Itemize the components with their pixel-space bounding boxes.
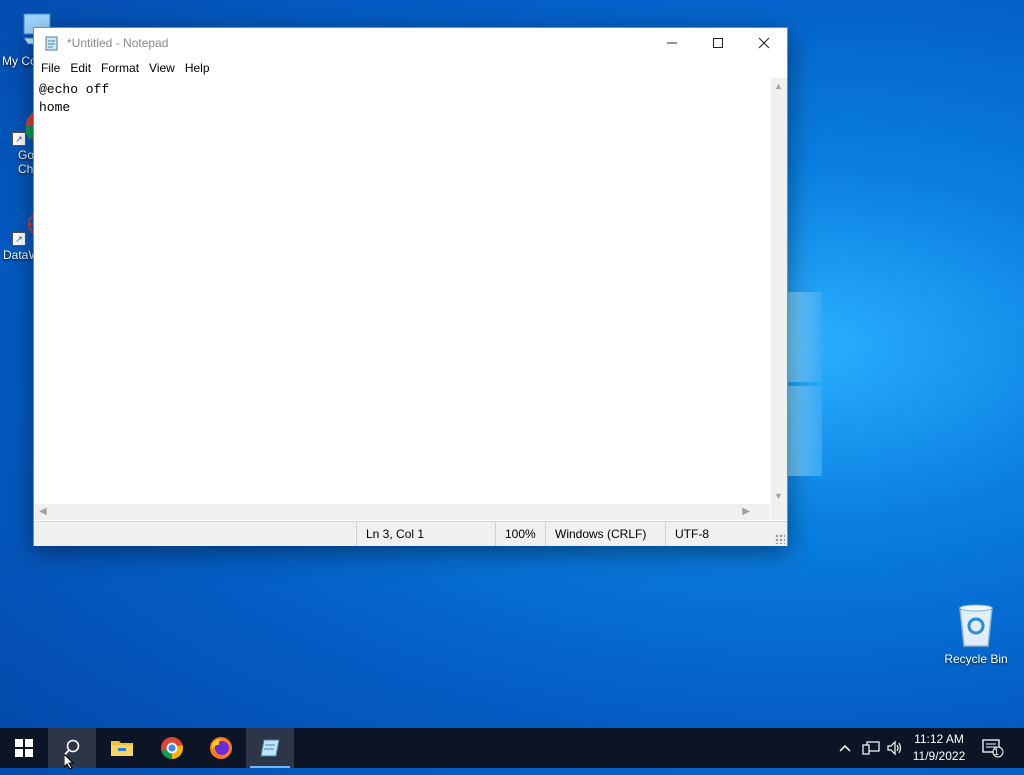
menu-file[interactable]: File xyxy=(36,61,65,75)
close-icon xyxy=(758,37,770,49)
action-center-button[interactable]: 1 xyxy=(982,728,1004,768)
window-title: *Untitled - Notepad xyxy=(67,36,169,50)
vertical-scrollbar[interactable]: ▲ ▼ xyxy=(771,78,787,504)
close-button[interactable] xyxy=(741,28,787,58)
chevron-up-icon xyxy=(839,744,851,752)
minimize-button[interactable] xyxy=(649,28,695,58)
minimize-icon xyxy=(667,42,677,44)
shortcut-arrow-icon: ↗ xyxy=(12,132,26,146)
network-icon xyxy=(862,741,880,755)
scroll-left-arrow-icon[interactable]: ◀ xyxy=(39,506,47,517)
chrome-icon xyxy=(161,737,183,759)
status-bar: Ln 3, Col 1 100% Windows (CRLF) UTF-8 xyxy=(34,521,787,546)
recycle-bin-icon xyxy=(954,600,998,648)
menu-edit[interactable]: Edit xyxy=(65,61,96,75)
menu-help[interactable]: Help xyxy=(180,61,215,75)
taskbar: 11:12 AM 11/9/2022 1 xyxy=(0,728,1024,768)
status-position: Ln 3, Col 1 xyxy=(356,522,494,546)
notepad-app-icon xyxy=(44,35,60,51)
notification-icon xyxy=(982,739,1004,758)
title-bar[interactable]: *Untitled - Notepad xyxy=(34,28,787,58)
clock-date: 11/9/2022 xyxy=(912,749,966,763)
chrome-taskbar-button[interactable] xyxy=(148,728,196,768)
speaker-icon xyxy=(887,740,902,756)
text-editor[interactable]: @echo off home xyxy=(35,78,770,504)
notepad-icon xyxy=(260,739,280,757)
recycle-bin-label: Recycle Bin xyxy=(944,652,1008,666)
clock-time: 11:12 AM xyxy=(914,732,964,746)
firefox-taskbar-button[interactable] xyxy=(197,728,245,768)
scroll-up-arrow-icon[interactable]: ▲ xyxy=(774,81,783,91)
menu-bar: File Edit Format View Help xyxy=(34,58,787,78)
start-button[interactable] xyxy=(0,728,48,768)
status-encoding: UTF-8 xyxy=(665,522,775,546)
scroll-down-arrow-icon[interactable]: ▼ xyxy=(774,491,783,501)
scroll-right-arrow-icon[interactable]: ▶ xyxy=(742,506,750,517)
firefox-icon xyxy=(210,737,232,759)
clock[interactable]: 11:12 AM 11/9/2022 xyxy=(905,731,973,765)
status-line-ending: Windows (CRLF) xyxy=(545,522,665,546)
editor-content[interactable]: @echo off home xyxy=(35,78,770,120)
notepad-taskbar-button[interactable] xyxy=(246,728,294,768)
resize-grip-icon[interactable] xyxy=(775,534,785,544)
volume-button[interactable] xyxy=(886,728,904,768)
maximize-icon xyxy=(713,38,723,48)
menu-format[interactable]: Format xyxy=(96,61,144,75)
horizontal-scrollbar[interactable]: ◀ ▶ xyxy=(35,504,770,520)
file-explorer-button[interactable] xyxy=(98,728,146,768)
status-zoom: 100% xyxy=(495,522,547,546)
start-icon xyxy=(15,739,33,757)
notepad-window[interactable]: *Untitled - Notepad File Edit Format Vie… xyxy=(33,27,788,546)
show-hidden-icons-button[interactable] xyxy=(838,728,852,768)
network-button[interactable] xyxy=(862,728,880,768)
desktop-icon-recycle-bin[interactable]: Recycle Bin xyxy=(940,600,1012,666)
notification-count-badge: 1 xyxy=(994,747,1000,757)
maximize-button[interactable] xyxy=(695,28,741,58)
file-explorer-icon xyxy=(111,741,133,756)
shortcut-arrow-icon: ↗ xyxy=(12,232,26,246)
scrollbar-corner xyxy=(771,504,787,520)
menu-view[interactable]: View xyxy=(144,61,180,75)
